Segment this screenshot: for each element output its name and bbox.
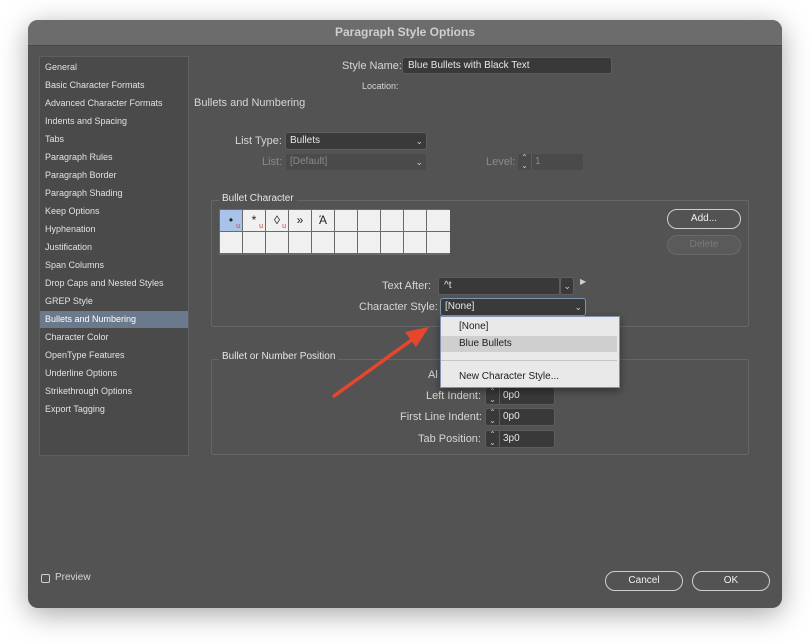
annotation-arrow-icon	[332, 327, 429, 398]
